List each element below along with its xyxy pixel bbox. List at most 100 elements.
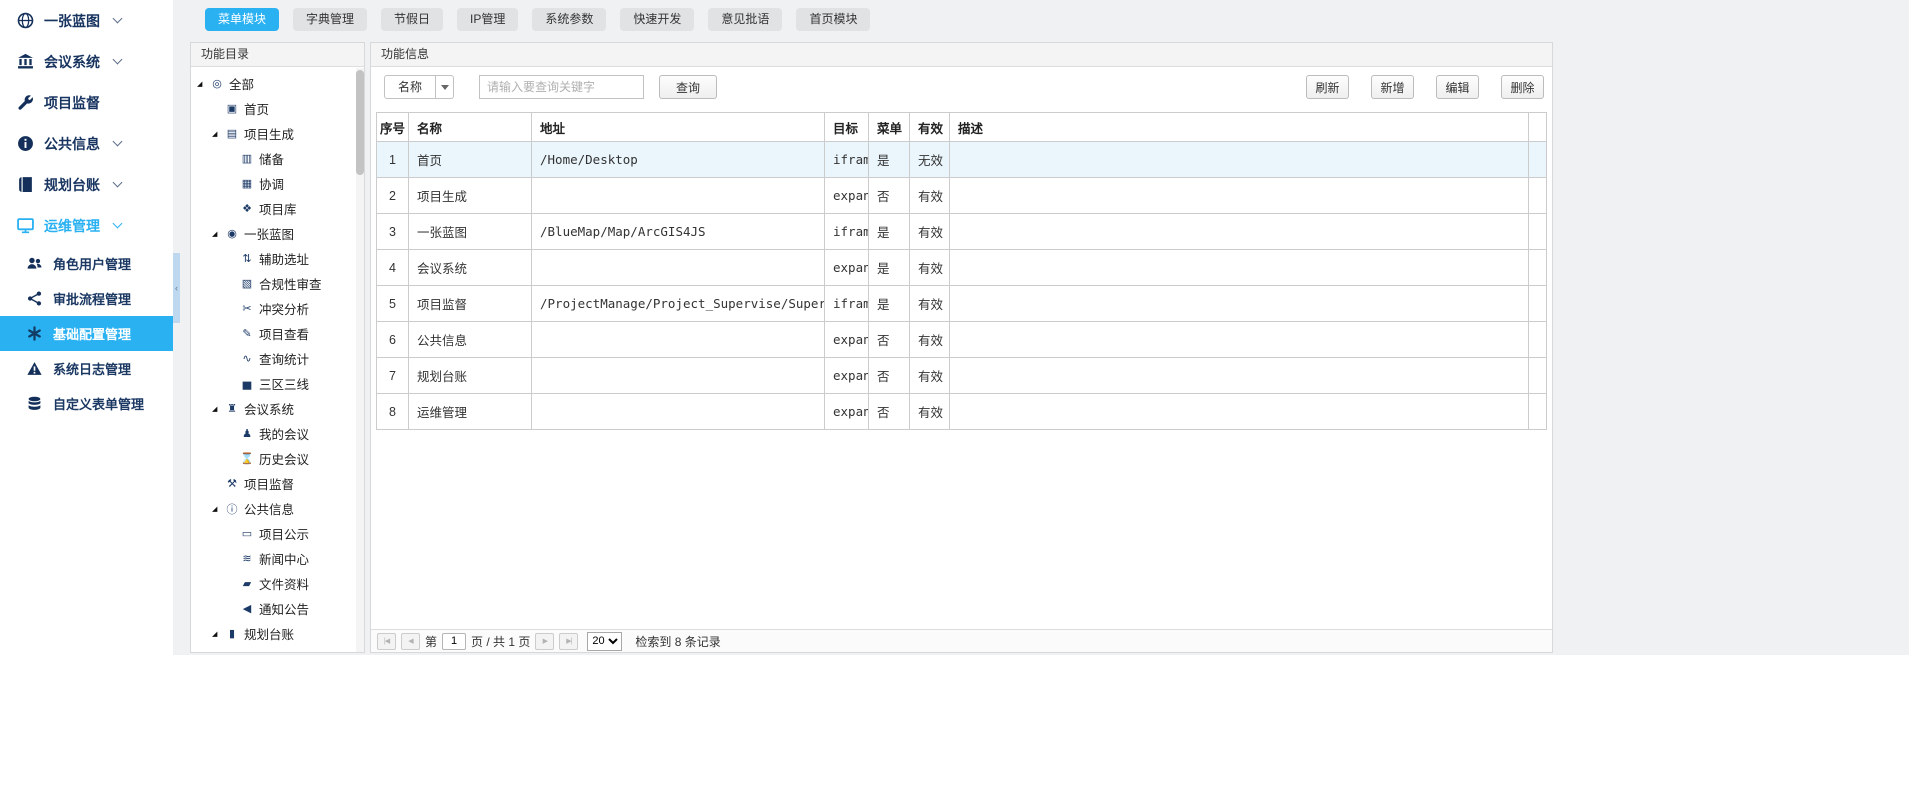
info-panel-title: 功能信息 [371, 43, 1552, 67]
tree-node[interactable]: ⚒项目监督 [191, 471, 356, 496]
tree-node-label: 首页 [244, 99, 269, 118]
top-tab[interactable]: IP管理 [457, 8, 518, 31]
search-button[interactable]: 查询 [659, 75, 717, 99]
tree-node[interactable]: ❖项目库 [191, 196, 356, 221]
expander-icon[interactable]: ◢ [212, 130, 224, 138]
sidebar-subitem[interactable]: 审批流程管理 [0, 281, 173, 316]
tree-scrollbar[interactable] [356, 68, 364, 652]
sidebar-subitem[interactable]: 系统日志管理 [0, 351, 173, 386]
tree-node[interactable]: ⇅辅助选址 [191, 246, 356, 271]
filter-field-dropdown-button[interactable] [436, 75, 454, 99]
first-page-button[interactable]: |◀ [377, 633, 396, 650]
column-header[interactable]: 名称 [409, 113, 532, 142]
tree-node[interactable]: ◢◎全部 [191, 71, 356, 96]
sidebar-item[interactable]: 运维管理 [0, 205, 173, 246]
table-row[interactable]: 8运维管理expand否有效 [377, 394, 1547, 430]
column-header[interactable]: 序号 [377, 113, 409, 142]
page-size-select[interactable]: 20 [587, 632, 622, 651]
cell-spacer [1529, 394, 1547, 430]
cell-target: iframe [825, 286, 869, 322]
table-row[interactable]: 2项目生成expand否有效 [377, 178, 1547, 214]
column-header[interactable]: 目标 [825, 113, 869, 142]
top-tab[interactable]: 菜单模块 [205, 8, 279, 31]
app-window: 菜单模块字典管理节假日IP管理系统参数快速开发意见批语首页模块 功能目录 ◢◎全… [0, 0, 1909, 801]
sidebar-item[interactable]: 会议系统 [0, 41, 173, 82]
tree-node[interactable]: ◢ⓘ公共信息 [191, 496, 356, 521]
sidebar-subitem[interactable]: 角色用户管理 [0, 246, 173, 281]
tree-node[interactable]: ◢♜会议系统 [191, 396, 356, 421]
tree-node[interactable]: ◢▤项目生成 [191, 121, 356, 146]
top-tab[interactable]: 快速开发 [620, 8, 694, 31]
tree-node[interactable]: ≋新闻中心 [191, 546, 356, 571]
search-input[interactable] [479, 75, 644, 99]
top-tab[interactable]: 意见批语 [708, 8, 782, 31]
tree-node[interactable]: ▰文件资料 [191, 571, 356, 596]
column-header[interactable]: 有效 [910, 113, 950, 142]
sidebar-subitem[interactable]: 基础配置管理 [0, 316, 173, 351]
tree-node[interactable]: ⚑项目台账 [191, 646, 356, 652]
expander-icon[interactable]: ◢ [212, 405, 224, 413]
table-row[interactable]: 6公共信息expand否有效 [377, 322, 1547, 358]
top-tab[interactable]: 节假日 [381, 8, 443, 31]
tree-node-label: 项目生成 [244, 124, 294, 143]
cell-valid: 有效 [910, 178, 950, 214]
sidebar-item[interactable]: 规划台账 [0, 164, 173, 205]
tree-node[interactable]: ▦协调 [191, 171, 356, 196]
cell-valid: 无效 [910, 142, 950, 178]
sidebar-subitem[interactable]: 自定义表单管理 [0, 386, 173, 421]
sidebar-item-label: 项目监督 [44, 93, 100, 113]
sidebar-collapse-handle[interactable]: ‹ [173, 253, 180, 323]
tree-node[interactable]: ▣首页 [191, 96, 356, 121]
delete-button[interactable]: 删除 [1501, 75, 1544, 99]
tree-node[interactable]: ▅三区三线 [191, 371, 356, 396]
top-tab[interactable]: 字典管理 [293, 8, 367, 31]
table-row[interactable]: 7规划台账expand否有效 [377, 358, 1547, 394]
refresh-button[interactable]: 刷新 [1306, 75, 1349, 99]
column-header[interactable]: 地址 [532, 113, 825, 142]
tree-node[interactable]: ◢◉一张蓝图 [191, 221, 356, 246]
info-icon: ⓘ [224, 501, 239, 517]
table-row[interactable]: 3一张蓝图/BlueMap/Map/ArcGIS4JSiframe是有效 [377, 214, 1547, 250]
table-row[interactable]: 4会议系统expand是有效 [377, 250, 1547, 286]
sidebar-item[interactable]: 项目监督 [0, 82, 173, 123]
sidebar-item[interactable]: 一张蓝图 [0, 0, 173, 41]
expander-icon[interactable]: ◢ [212, 630, 224, 638]
tree-node-label: 一张蓝图 [244, 224, 294, 243]
prev-page-button[interactable]: ◀ [401, 633, 420, 650]
expander-icon[interactable]: ◢ [212, 230, 224, 238]
column-header[interactable]: 菜单 [869, 113, 910, 142]
cell-name: 运维管理 [409, 394, 532, 430]
cell-menu: 否 [869, 322, 910, 358]
expander-icon[interactable]: ◢ [197, 80, 209, 88]
page-number-input[interactable] [442, 633, 466, 650]
expander-icon[interactable]: ◢ [212, 505, 224, 513]
bar-chart-icon: ▅ [239, 377, 254, 390]
tree-node[interactable]: ✎项目查看 [191, 321, 356, 346]
tree-node[interactable]: ⌛历史会议 [191, 446, 356, 471]
top-tab[interactable]: 系统参数 [532, 8, 606, 31]
tree-scrollbar-thumb[interactable] [356, 70, 364, 175]
table-row[interactable]: 5项目监督/ProjectManage/Project_Supervise/Su… [377, 286, 1547, 322]
tree-node[interactable]: ▥储备 [191, 146, 356, 171]
cell-index: 8 [377, 394, 409, 430]
tree-node[interactable]: ▭项目公示 [191, 521, 356, 546]
tree-node[interactable]: ∿查询统计 [191, 346, 356, 371]
cell-spacer [1529, 142, 1547, 178]
cell-desc [950, 322, 1529, 358]
edit-button[interactable]: 编辑 [1436, 75, 1479, 99]
add-button[interactable]: 新增 [1371, 75, 1414, 99]
sidebar-item[interactable]: 公共信息 [0, 123, 173, 164]
tree-node[interactable]: ◀通知公告 [191, 596, 356, 621]
top-tab[interactable]: 首页模块 [796, 8, 870, 31]
grid-header-row: 序号名称地址目标菜单有效描述 [377, 113, 1547, 142]
tree-node[interactable]: ◢▮规划台账 [191, 621, 356, 646]
table-row[interactable]: 1首页/Home/Desktopiframe是无效 [377, 142, 1547, 178]
column-header[interactable]: 描述 [950, 113, 1529, 142]
tree-node[interactable]: ♟我的会议 [191, 421, 356, 446]
tree-node[interactable]: ✂冲突分析 [191, 296, 356, 321]
filter-field-button[interactable]: 名称 [384, 75, 436, 99]
function-info-panel: 功能信息 名称 查询 刷新新增编辑删除 序号名称地址目标菜单有效描述 [370, 42, 1553, 653]
next-page-button[interactable]: ▶ [535, 633, 554, 650]
tree-node[interactable]: ▧合规性审查 [191, 271, 356, 296]
last-page-button[interactable]: ▶| [559, 633, 578, 650]
